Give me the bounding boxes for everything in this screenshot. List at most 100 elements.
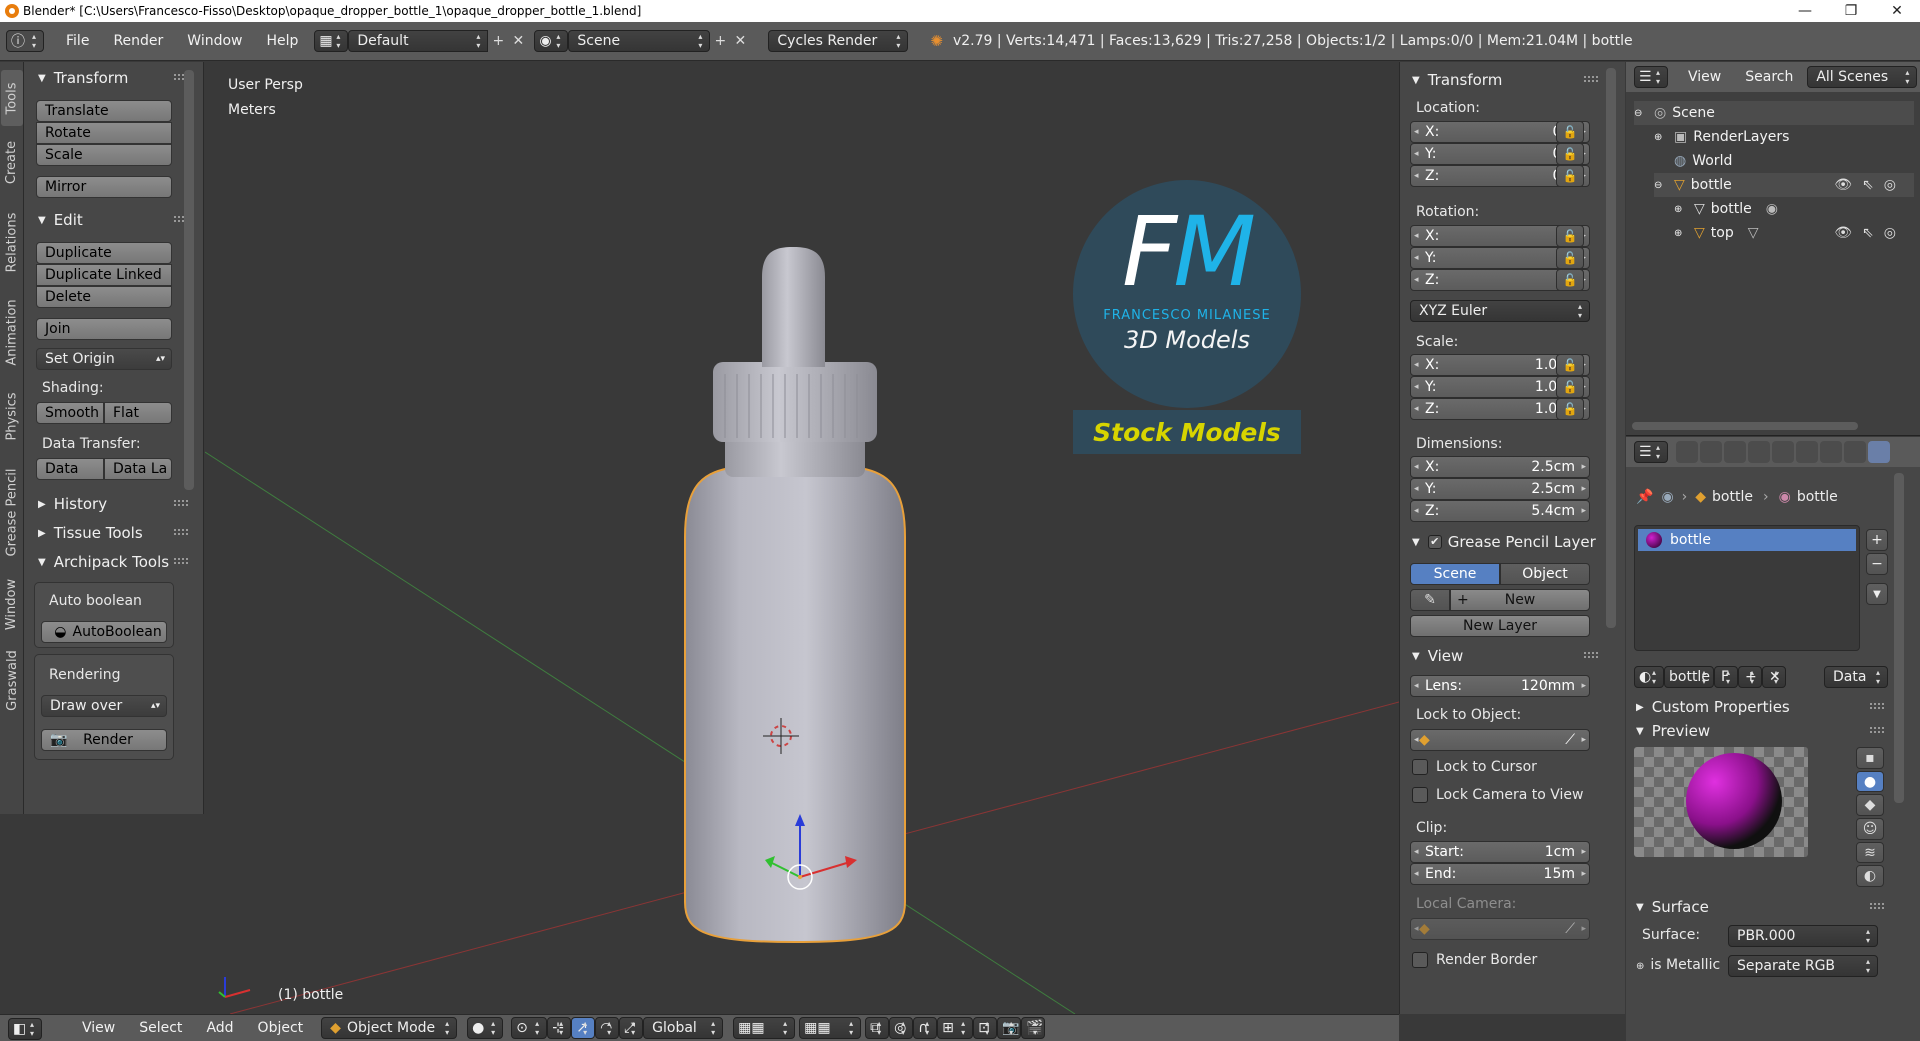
tab-physics[interactable]: Physics	[1, 380, 23, 452]
visibility-icons[interactable]: 👁⇖◎	[1834, 225, 1906, 241]
tissue-panel-header[interactable]: Tissue Tools	[38, 523, 188, 543]
render-opengl-icon[interactable]: 📷	[997, 1017, 1022, 1039]
viewport-menu-view[interactable]: View	[70, 1020, 127, 1036]
material-slot-row[interactable]: bottle	[1638, 529, 1856, 551]
tab-create[interactable]: Create	[1, 130, 23, 194]
rotate-manipulator-icon[interactable]: ◠	[595, 1017, 620, 1039]
renderlayer-tab-icon[interactable]	[1700, 441, 1722, 463]
new-layer-button[interactable]: New Layer	[1410, 615, 1590, 637]
close-icon[interactable]: ✕	[1874, 0, 1920, 22]
drag-grip-icon[interactable]	[1584, 652, 1598, 658]
unlink-material-icon[interactable]: ✕	[1762, 666, 1786, 688]
sphere-preview-icon[interactable]: ●	[1856, 770, 1884, 793]
remove-screen-icon[interactable]: ✕	[508, 31, 528, 51]
proportional-edit-icon[interactable]: ◎	[889, 1017, 914, 1039]
material-tab-icon[interactable]	[1868, 441, 1890, 463]
scene-browse-icon[interactable]: ◉	[534, 30, 569, 52]
outliner-row-scene[interactable]: ⊖ ◎ Scene	[1634, 101, 1914, 125]
outliner-row-world[interactable]: ◍ World	[1668, 149, 1914, 173]
flat-button[interactable]: Flat	[104, 402, 172, 424]
menu-render[interactable]: Render	[101, 33, 175, 49]
preview-panel-header[interactable]: Preview	[1636, 721, 1884, 741]
outliner-h-scrollbar[interactable]	[1632, 422, 1858, 430]
local-camera-field[interactable]: ◆⟋	[1410, 918, 1590, 940]
editor-type-info-icon[interactable]: ⓘ	[6, 30, 44, 52]
flat-preview-icon[interactable]: ▪	[1856, 747, 1884, 769]
outliner-filter-select[interactable]: All Scenes	[1807, 66, 1918, 88]
layers-row2-icon[interactable]: ▦▦	[799, 1017, 862, 1039]
layers-row1-icon[interactable]: ▦▦	[733, 1017, 796, 1039]
viewport-shading-icon[interactable]: ●	[467, 1017, 504, 1039]
drag-grip-icon[interactable]	[1870, 703, 1884, 709]
clip-start-field[interactable]: Start: 1cm	[1410, 841, 1590, 863]
drag-grip-icon[interactable]	[1870, 903, 1884, 909]
duplicate-linked-button[interactable]: Duplicate Linked	[36, 264, 172, 286]
menu-file[interactable]: File	[54, 33, 101, 49]
set-origin-select[interactable]: Set Origin ▴▾	[36, 348, 172, 370]
smooth-button[interactable]: Smooth	[36, 402, 104, 424]
remove-scene-icon[interactable]: ✕	[730, 31, 750, 51]
properties-scrollbar[interactable]	[1606, 68, 1616, 628]
lock-icon[interactable]: 🔓	[1556, 269, 1584, 291]
lock-icon[interactable]: 🔓	[1556, 143, 1584, 165]
join-button[interactable]: Join	[36, 318, 172, 340]
tab-animation[interactable]: Animation	[1, 288, 23, 376]
scene-tab-icon[interactable]	[1724, 441, 1746, 463]
expand-icon[interactable]: ⊕	[1674, 228, 1688, 239]
render-engine-select[interactable]: Cycles Render	[768, 30, 909, 52]
slot-specials-icon[interactable]: ▼	[1866, 583, 1888, 605]
lock-camera-checkbox[interactable]	[1412, 787, 1428, 803]
duplicate-button[interactable]: Duplicate	[36, 242, 172, 264]
render-button[interactable]: 📷 Render	[41, 729, 167, 751]
constraints-tab-icon[interactable]	[1796, 441, 1818, 463]
grease-pencil-header[interactable]: ✔ Grease Pencil Layer	[1412, 532, 1598, 552]
mirror-button[interactable]: Mirror	[36, 176, 172, 198]
tool-shelf-scrollbar[interactable]	[184, 70, 194, 490]
drag-grip-icon[interactable]	[174, 558, 188, 564]
pencil-icon[interactable]: ✎	[1410, 589, 1450, 611]
history-panel-header[interactable]: History	[38, 494, 188, 514]
custom-properties-header[interactable]: Custom Properties	[1636, 697, 1884, 717]
grease-pencil-checkbox[interactable]: ✔	[1427, 535, 1442, 549]
collapse-icon[interactable]: ⊖	[1654, 180, 1668, 191]
screen-layout-select[interactable]: Default	[348, 30, 489, 52]
material-link-select[interactable]: Data	[1824, 666, 1888, 688]
data-tab-icon[interactable]	[1844, 441, 1866, 463]
lens-field[interactable]: Lens: 120mm	[1410, 675, 1590, 697]
outliner-row-bottle-mesh[interactable]: ⊕ ▽ bottle ◉	[1674, 197, 1914, 221]
snap-element-icon[interactable]: ⊞	[937, 1017, 974, 1039]
viewport-editor-type-icon[interactable]: ◧	[8, 1018, 42, 1040]
remove-slot-icon[interactable]: −	[1866, 553, 1888, 575]
material-browse-icon[interactable]: ◐	[1634, 666, 1664, 688]
dimensions-y-field[interactable]: Y: 2.5cm	[1410, 478, 1590, 500]
drag-grip-icon[interactable]	[1870, 727, 1884, 733]
surface-panel-header[interactable]: Surface	[1636, 897, 1884, 917]
lock-icon[interactable]: 🔓	[1556, 376, 1584, 398]
rotation-mode-select[interactable]: XYZ Euler	[1410, 300, 1590, 322]
outliner-row-bottle-object[interactable]: ⊖ ▽ bottle 👁⇖◎	[1654, 173, 1914, 197]
outliner-view-menu[interactable]: View	[1676, 69, 1733, 85]
auto-boolean-button[interactable]: ◒ AutoBoolean	[41, 621, 167, 643]
properties-editor-scrollbar[interactable]	[1894, 473, 1904, 803]
properties-editor-type-icon[interactable]: ☰	[1634, 441, 1668, 463]
cube-preview-icon[interactable]: ◆	[1856, 794, 1884, 817]
pivot-point-icon[interactable]: ⊙	[511, 1017, 548, 1039]
dimensions-x-field[interactable]: X: 2.5cm	[1410, 456, 1590, 478]
dropper-bottle-model[interactable]	[684, 247, 906, 944]
minimize-icon[interactable]: —	[1782, 0, 1828, 22]
tab-tools[interactable]: Tools	[1, 70, 23, 126]
lock-to-cursor-checkbox[interactable]	[1412, 759, 1428, 775]
lock-icon[interactable]: 🔓	[1556, 354, 1584, 376]
render-animation-icon[interactable]: 🎬	[1021, 1017, 1046, 1039]
draw-over-select[interactable]: Draw over ▴▾	[41, 695, 167, 717]
surface-shader-select[interactable]: PBR.000	[1728, 925, 1878, 947]
world-tab-icon[interactable]	[1748, 441, 1770, 463]
lock-icon[interactable]: 🔓	[1556, 121, 1584, 143]
object-mode-select[interactable]: ◆ Object Mode	[321, 1017, 458, 1039]
maximize-icon[interactable]: ❐	[1828, 0, 1874, 22]
n-transform-header[interactable]: Transform	[1412, 70, 1598, 90]
rotate-button[interactable]: Rotate	[36, 122, 172, 144]
outliner-row-renderlayers[interactable]: ⊕ ▣ RenderLayers	[1654, 125, 1914, 149]
fake-user-button[interactable]: F	[1714, 666, 1738, 688]
lock-icon[interactable]: 🔓	[1556, 165, 1584, 187]
